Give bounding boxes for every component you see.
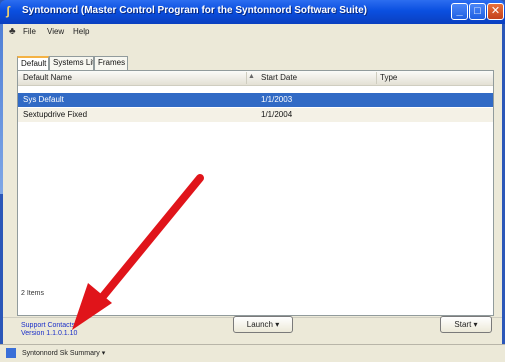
- column-divider[interactable]: [376, 72, 377, 84]
- column-header-type[interactable]: Type: [380, 73, 480, 84]
- launch-button[interactable]: Launch ▾: [233, 316, 293, 333]
- version-label: Version 1.1.0.1.10: [21, 330, 78, 337]
- support-contacts-link[interactable]: Support Contacts: [21, 322, 75, 329]
- table-row[interactable]: Sextupdrive Fixed 1/1/2004: [18, 108, 493, 122]
- tab-default[interactable]: Default: [17, 56, 49, 71]
- taskbar: Syntonnord Sk Summary ▾: [0, 344, 505, 362]
- column-header-name[interactable]: Default Name: [23, 73, 223, 84]
- menu-view[interactable]: View: [47, 27, 69, 39]
- menu-bar: ♣ File View Help: [3, 24, 502, 40]
- title-bar[interactable]: ʃ Syntonnord (Master Control Program for…: [0, 0, 505, 24]
- row-start-date: 1/1/2003: [261, 95, 293, 104]
- tab-frames[interactable]: Frames: [94, 56, 128, 70]
- item-count: 2 Items: [21, 290, 44, 297]
- column-header-start-date[interactable]: Start Date: [261, 73, 371, 84]
- client-area: ♣ File View Help Default Systems Lite Fr…: [3, 24, 502, 344]
- window-title: Syntonnord (Master Control Program for t…: [22, 5, 368, 16]
- main-window: ʃ Syntonnord (Master Control Program for…: [0, 0, 505, 362]
- maximize-button[interactable]: □: [469, 3, 486, 20]
- menu-help[interactable]: Help: [73, 27, 93, 39]
- taskbar-label[interactable]: Syntonnord Sk Summary ▾: [22, 349, 142, 357]
- menu-file[interactable]: File: [23, 27, 43, 39]
- tab-systems-lite[interactable]: Systems Lite: [49, 56, 94, 70]
- close-button[interactable]: ✕: [487, 3, 504, 20]
- table-header: Default Name ▲ Start Date Type: [18, 71, 493, 86]
- start-button[interactable]: Start ▾: [440, 316, 492, 333]
- taskbar-app-icon[interactable]: [6, 348, 16, 358]
- row-name: Sextupdrive Fixed: [23, 110, 88, 119]
- row-start-date: 1/1/2004: [261, 110, 293, 119]
- window-menu-icon[interactable]: ♣: [9, 26, 19, 38]
- minimize-button[interactable]: _: [451, 3, 468, 20]
- row-name: Sys Default: [23, 95, 64, 104]
- table-row[interactable]: Sys Default 1/1/2003: [18, 93, 493, 107]
- sort-ascending-icon: ▲: [248, 73, 255, 80]
- column-divider[interactable]: [246, 72, 247, 84]
- tab-strip: Default Systems Lite Frames: [17, 56, 197, 71]
- app-icon: ʃ: [6, 4, 10, 18]
